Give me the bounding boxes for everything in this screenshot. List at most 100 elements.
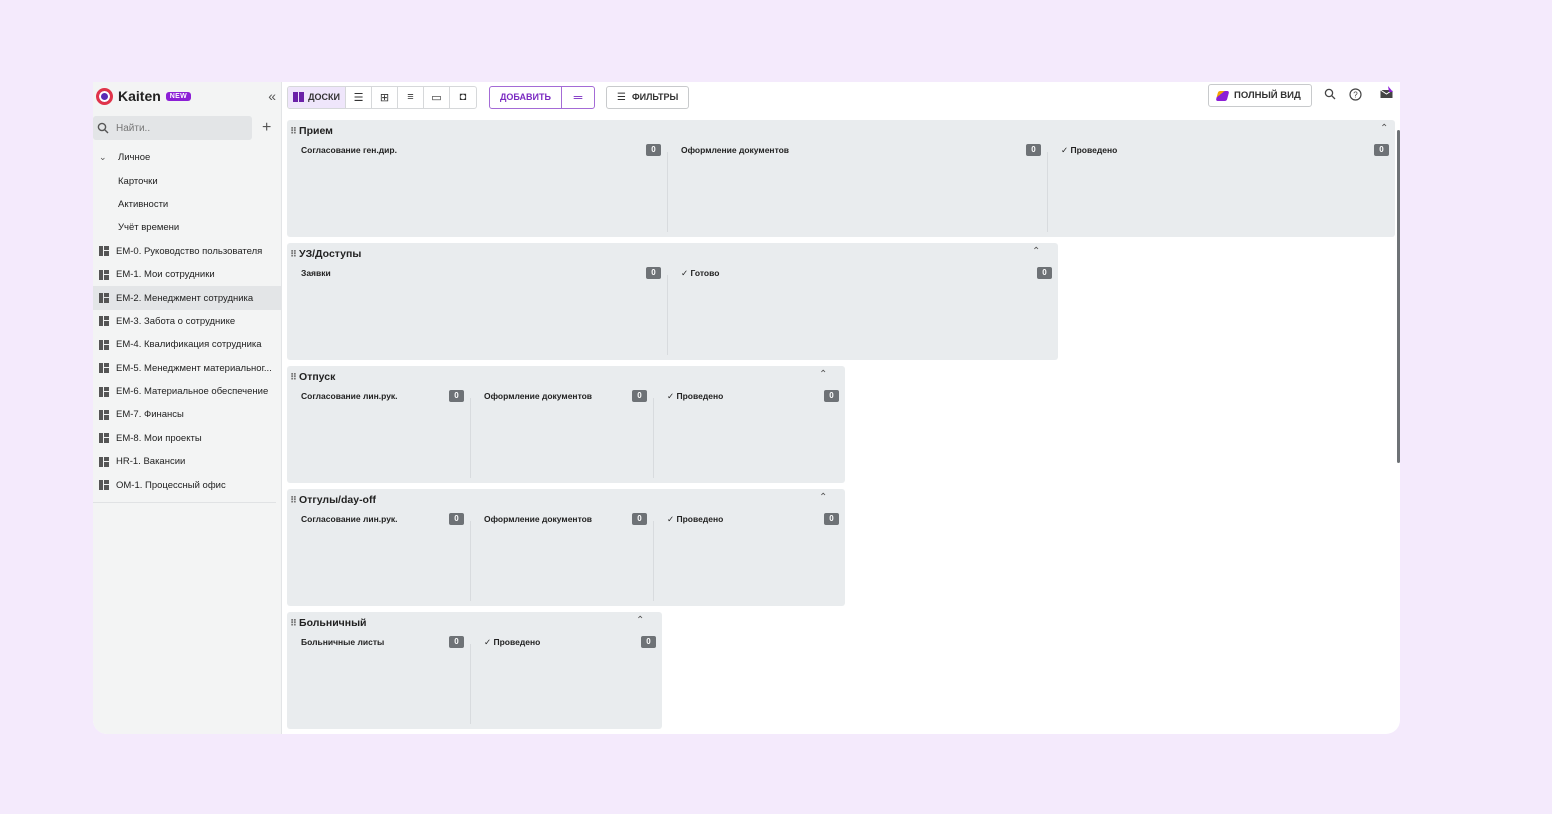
filter-icon: ☰ — [616, 91, 626, 103]
board-column[interactable]: ✓ Проведено 0 — [667, 390, 839, 479]
board-column[interactable]: ✓ Готово 0 — [681, 267, 1052, 356]
collapse-lane-icon[interactable]: ⌃ — [819, 369, 827, 380]
main-area: ДОСКИ ☰ ⊞ ≡ ▭ ◘ ДОБАВИТЬ ═ ☰ ФИЛЬТРЫ ПОЛ… — [283, 82, 1400, 734]
drag-handle-icon[interactable]: ⠿ — [290, 372, 297, 383]
board-icon — [99, 456, 109, 467]
search-input[interactable] — [116, 122, 236, 134]
sidebar-item-board[interactable]: EM-5. Менеджмент материальног... — [93, 357, 281, 380]
board-icon — [99, 269, 109, 280]
filters-label: ФИЛЬТРЫ — [631, 92, 679, 102]
swimlane-title[interactable]: ⠿ Прием — [290, 125, 333, 137]
swimlane-title[interactable]: ⠿ УЗ/Доступы — [290, 248, 361, 260]
sidebar-item-personal-sub[interactable]: Карточки — [93, 169, 281, 192]
sidebar-item-board[interactable]: EM-2. Менеджмент сотрудника — [93, 286, 281, 310]
board-icon — [99, 409, 109, 420]
column-title: Согласование лин.рук. — [301, 514, 398, 524]
calendar-view-button[interactable]: ▭ — [424, 86, 450, 108]
column-count-badge: 0 — [1374, 144, 1389, 156]
full-view-label: ПОЛНЫЙ ВИД — [1234, 90, 1301, 101]
column-title: Согласование ген.дир. — [301, 145, 397, 155]
board-column[interactable]: ✓ Проведено 0 — [667, 513, 839, 602]
collapse-lane-icon[interactable]: ⌃ — [636, 615, 644, 626]
add-board-button[interactable]: + — [262, 119, 271, 137]
board-icon — [99, 363, 109, 374]
board-column[interactable]: ✓ Проведено 0 — [484, 636, 656, 725]
sidebar-item-board[interactable]: EM-6. Материальное обеспечение — [93, 380, 281, 403]
sidebar-item-personal-sub[interactable]: Активности — [93, 193, 281, 216]
board-column[interactable]: Согласование лин.рук. 0 — [301, 513, 464, 602]
column-title: Больничные листы — [301, 637, 385, 647]
add-button[interactable]: ДОБАВИТЬ — [490, 86, 562, 108]
swimlane-title[interactable]: ⠿ Больничный — [290, 617, 367, 629]
sidebar-item-label: Активности — [118, 198, 169, 210]
column-divider — [470, 644, 471, 724]
column-count-badge: 0 — [449, 636, 464, 648]
swimlane-title-text: Отгулы/day-off — [299, 494, 376, 506]
board-column[interactable]: ✓ Проведено 0 — [1061, 144, 1389, 233]
board-icon — [99, 339, 109, 350]
boards-view-button[interactable]: ДОСКИ — [288, 86, 346, 108]
vertical-scrollbar[interactable] — [1397, 130, 1400, 463]
add-options-icon[interactable]: ═ — [562, 87, 594, 108]
collapse-lane-icon[interactable]: ⌃ — [819, 492, 827, 503]
board-column[interactable]: Согласование лин.рук. 0 — [301, 390, 464, 479]
search-icon[interactable] — [1324, 88, 1336, 103]
board-column[interactable]: Оформление документов 0 — [484, 390, 647, 479]
swimlane-title[interactable]: ⠿ Отгулы/day-off — [290, 494, 376, 506]
sidebar-item-personal[interactable]: ⌄ Личное — [93, 146, 281, 169]
swimlane-title[interactable]: ⠿ Отпуск — [290, 371, 335, 383]
sidebar-item-board[interactable]: EM-4. Квалификация сотрудника — [93, 333, 281, 356]
timeline-icon: ≡ — [407, 91, 414, 103]
board-column[interactable]: Оформление документов 0 — [681, 144, 1041, 233]
sidebar-item-board[interactable]: EM-0. Руководство пользователя — [93, 240, 281, 263]
drag-handle-icon[interactable]: ⠿ — [290, 618, 297, 629]
board-column[interactable]: Оформление документов 0 — [484, 513, 647, 602]
swimlane-title-text: УЗ/Доступы — [299, 248, 362, 260]
sidebar-item-personal-sub[interactable]: Учёт времени — [93, 216, 281, 239]
sidebar-item-board[interactable]: EM-3. Забота о сотруднике — [93, 310, 281, 333]
sidebar-item-board[interactable]: HR-1. Вакансии — [93, 450, 281, 473]
archive-view-button[interactable]: ◘ — [450, 87, 476, 108]
swimlane: ⠿ УЗ/Доступы ⌃ Заявки 0 ✓ Готово 0 — [287, 243, 1058, 360]
column-title: Заявки — [301, 268, 331, 278]
boards-view-label: ДОСКИ — [308, 92, 340, 102]
new-badge: NEW — [165, 91, 192, 101]
sidebar: Kaiten NEW « + ⌄ Личное Карточки Активнос… — [93, 82, 282, 734]
sidebar-item-label: EM-6. Материальное обеспечение — [116, 386, 269, 398]
board-column[interactable]: Согласование ген.дир. 0 — [301, 144, 661, 233]
help-icon[interactable]: ? — [1349, 88, 1362, 104]
column-divider — [470, 398, 471, 478]
timeline-view-button[interactable]: ≡ — [398, 86, 424, 108]
drag-handle-icon[interactable]: ⠿ — [290, 126, 297, 137]
drag-handle-icon[interactable]: ⠿ — [290, 495, 297, 506]
column-count-badge: 0 — [632, 513, 647, 525]
swimlane-title-text: Прием — [299, 125, 333, 137]
column-count-badge: 0 — [641, 636, 656, 648]
notification-icon[interactable] — [1380, 86, 1394, 103]
sidebar-item-label: EM-1. Мои сотрудники — [116, 269, 215, 281]
full-view-button[interactable]: ПОЛНЫЙ ВИД — [1208, 84, 1312, 107]
sidebar-item-label: EM-7. Финансы — [116, 409, 184, 421]
list-view-button[interactable]: ☰ — [346, 86, 372, 108]
board-icon — [99, 433, 109, 444]
column-divider — [470, 521, 471, 601]
collapse-lane-icon[interactable]: ⌃ — [1380, 123, 1388, 134]
table-view-button[interactable]: ⊞ — [372, 86, 398, 108]
chevron-down-icon: ⌄ — [99, 152, 107, 163]
board-icon — [99, 293, 109, 304]
board-column[interactable]: Больничные листы 0 — [301, 636, 464, 725]
full-view-icon — [1215, 90, 1230, 101]
filters-button[interactable]: ☰ ФИЛЬТРЫ — [605, 85, 690, 109]
swimlane: ⠿ Больничный ⌃ Больничные листы 0 ✓ Проведено… — [287, 612, 662, 729]
sidebar-item-label: Личное — [118, 152, 151, 164]
sidebar-item-board[interactable]: EM-7. Финансы — [93, 403, 281, 426]
sidebar-item-board[interactable]: EM-1. Мои сотрудники — [93, 263, 281, 286]
drag-handle-icon[interactable]: ⠿ — [290, 249, 297, 260]
sidebar-item-board[interactable]: EM-8. Мои проекты — [93, 427, 281, 450]
board-column[interactable]: Заявки 0 — [301, 267, 661, 356]
collapse-lane-icon[interactable]: ⌃ — [1032, 246, 1040, 257]
search-row: + — [93, 116, 281, 140]
search-box[interactable] — [93, 116, 252, 140]
collapse-sidebar-icon[interactable]: « — [268, 88, 276, 104]
sidebar-item-board[interactable]: OM-1. Процессный офис — [93, 473, 281, 496]
